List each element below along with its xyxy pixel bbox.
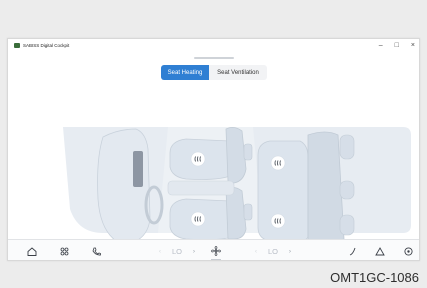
maximize-button[interactable]: □ (395, 42, 399, 49)
chevron-right-icon[interactable]: › (284, 240, 296, 260)
chevron-left-icon[interactable]: ‹ (154, 240, 166, 260)
warning-triangle-icon[interactable] (372, 240, 388, 260)
window-controls: – □ × (379, 39, 415, 52)
settings-icon[interactable] (400, 240, 416, 260)
wiper-icon[interactable] (344, 240, 360, 260)
fan-icon[interactable] (208, 240, 224, 260)
minimize-button[interactable]: – (379, 42, 383, 49)
bottom-control-bar: ‹ LO › ‹ LO › (8, 239, 419, 260)
right-temp-value: LO (267, 246, 278, 256)
car-seat-view (63, 127, 411, 239)
app-window: SABISS Digital Cockpit – □ × Seat Heatin… (7, 38, 420, 261)
drag-handle[interactable] (194, 57, 234, 59)
fan-level-indicator (211, 259, 221, 260)
home-icon[interactable] (24, 240, 40, 260)
left-temp-value: LO (171, 246, 182, 256)
seat-mode-tabs: Seat Heating Seat Ventilation (161, 65, 267, 80)
window-title: SABISS Digital Cockpit (23, 43, 70, 48)
close-button[interactable]: × (411, 42, 415, 49)
apps-icon[interactable] (56, 240, 72, 260)
title-bar: SABISS Digital Cockpit – □ × (8, 39, 419, 52)
app-icon (14, 43, 20, 48)
chevron-left-icon[interactable]: ‹ (250, 240, 262, 260)
tab-seat-ventilation[interactable]: Seat Ventilation (209, 65, 267, 80)
chevron-right-icon[interactable]: › (188, 240, 200, 260)
center-screen (133, 151, 143, 187)
phone-icon[interactable] (88, 240, 104, 260)
figure-caption: OMT1GC-1086 (330, 270, 419, 285)
center-console (167, 180, 235, 196)
tab-seat-heating[interactable]: Seat Heating (161, 65, 209, 80)
